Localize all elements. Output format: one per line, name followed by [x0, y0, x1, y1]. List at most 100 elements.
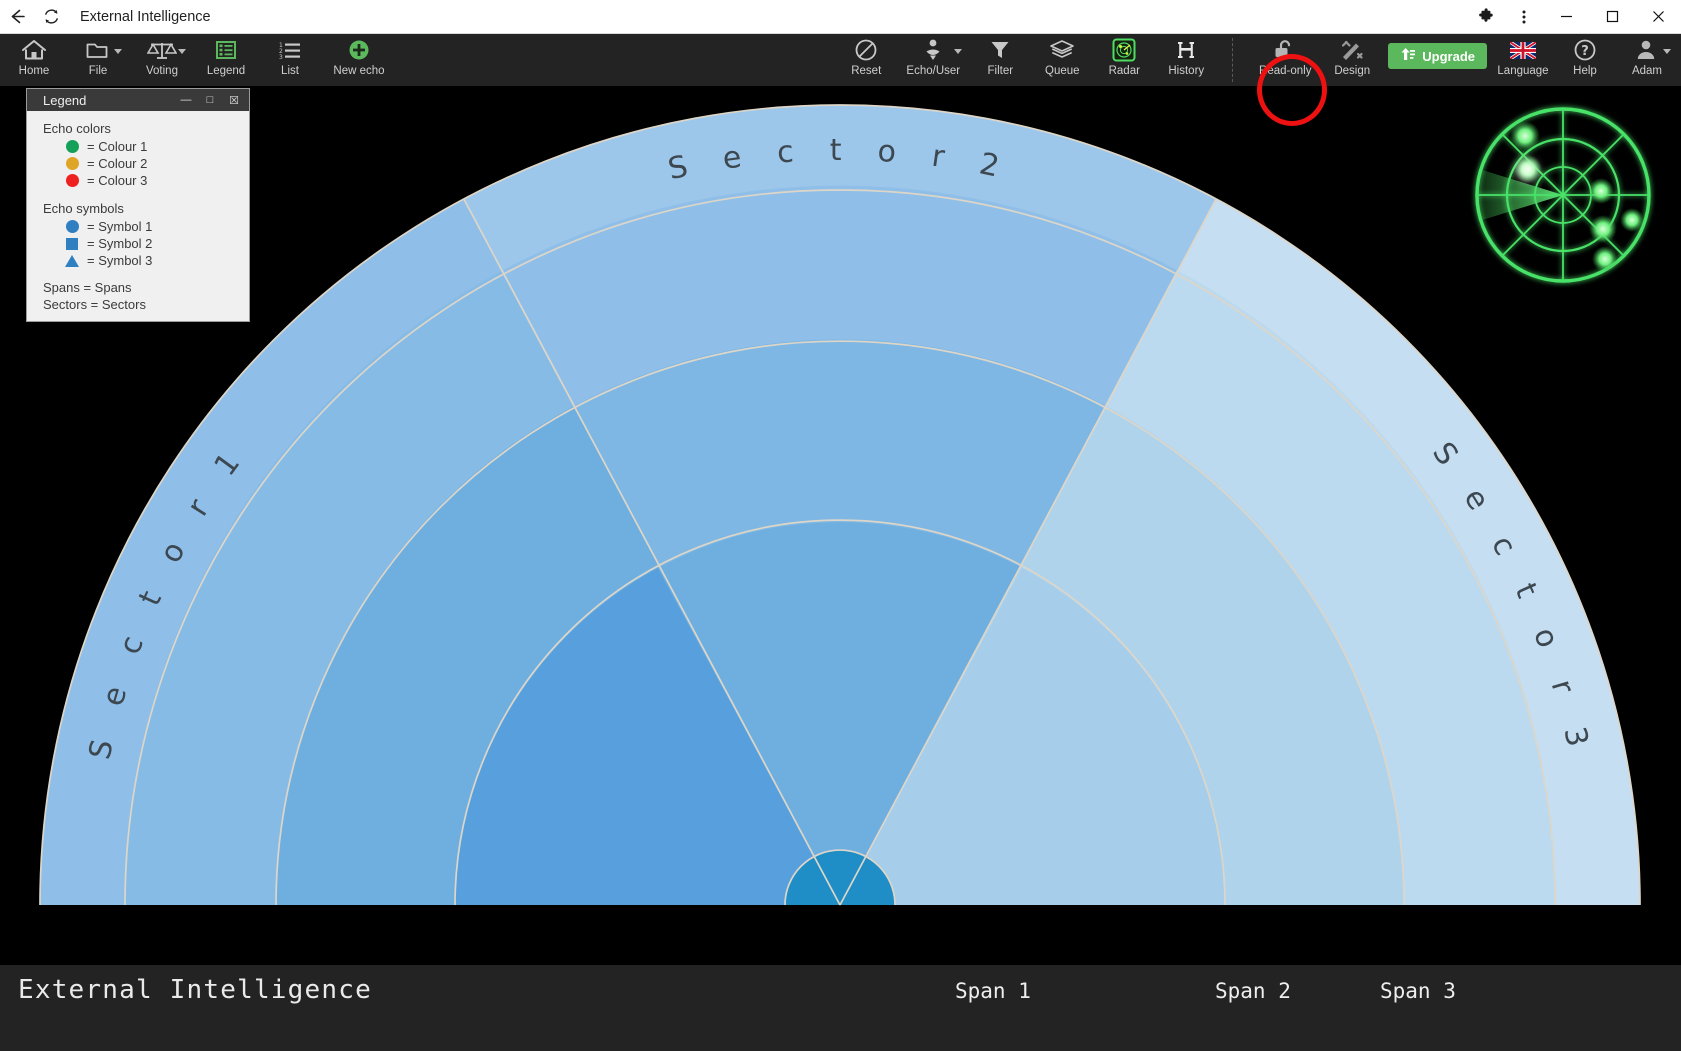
toolbar-button-help[interactable]: ? Help	[1559, 34, 1611, 77]
chevron-down-icon[interactable]	[178, 49, 186, 54]
status-bar-title: External Intelligence	[18, 975, 372, 1005]
symbol-1-swatch	[65, 220, 79, 233]
home-icon	[21, 38, 47, 62]
colour-1-swatch	[65, 140, 79, 153]
legend-sectors-line: Sectors = Sectors	[43, 297, 146, 312]
legend-maximize-button[interactable]: □	[203, 93, 217, 107]
legend-symbol-row: = Symbol 3	[27, 252, 249, 269]
colour-3-label: = Colour 3	[87, 173, 148, 188]
window-close-button[interactable]	[1635, 0, 1681, 33]
radar-canvas[interactable]: S e c t o r 2 S e c t o r 1 S e c t o r …	[0, 86, 1681, 965]
reload-icon[interactable]	[34, 0, 68, 34]
design-tools-icon	[1339, 38, 1365, 62]
history-h-icon	[1174, 38, 1198, 62]
puzzle-icon[interactable]	[1467, 0, 1505, 34]
back-arrow-icon[interactable]	[0, 0, 34, 34]
radar-sectors	[40, 105, 1640, 906]
symbol-2-label: = Symbol 2	[87, 236, 153, 251]
span-label-3[interactable]: Span 3	[1380, 979, 1456, 1003]
window-minimize-button[interactable]	[1543, 0, 1589, 33]
toolbar-label-list: List	[281, 65, 299, 77]
colour-2-label: = Colour 2	[87, 156, 148, 171]
no-entry-icon	[854, 38, 878, 62]
toolbar-button-language[interactable]: Language	[1497, 34, 1549, 77]
legend-window[interactable]: Legend — □ ☒ Echo colors = Colour 1 = Co…	[26, 88, 250, 322]
toolbar-label-radar: Radar	[1108, 65, 1140, 77]
colour-2-swatch	[65, 157, 79, 170]
chevron-down-icon[interactable]	[1663, 49, 1671, 54]
toolbar-button-history[interactable]: History	[1160, 34, 1212, 77]
toolbar-button-filter[interactable]: Filter	[974, 34, 1026, 77]
radar-chart[interactable]: S e c t o r 2 S e c t o r 1 S e c t o r …	[0, 86, 1681, 965]
toolbar-label-echo-user: Echo/User	[906, 65, 961, 77]
colour-3-swatch	[65, 174, 79, 187]
toolbar-button-read-only[interactable]: Read-only	[1254, 34, 1316, 77]
toolbar-button-echo-user[interactable]: Echo/User	[902, 34, 964, 77]
legend-minimize-button[interactable]: —	[179, 93, 193, 107]
toolbar-label-voting: Voting	[146, 65, 178, 77]
toolbar-label-file: File	[88, 65, 108, 77]
toolbar-button-file[interactable]: File	[72, 34, 124, 77]
legend-color-row: = Colour 1	[27, 138, 249, 155]
toolbar-label-reset: Reset	[851, 65, 882, 77]
question-mark-icon: ?	[1573, 38, 1597, 62]
toolbar-label-read-only: Read-only	[1259, 65, 1312, 77]
toolbar-label-account: Adam	[1631, 65, 1663, 77]
user-echo-icon	[921, 38, 945, 62]
legend-spans-line: Spans = Spans	[43, 280, 132, 295]
toolbar-label-queue: Queue	[1045, 65, 1080, 77]
status-bar: External Intelligence Span 1 Span 2 Span…	[0, 965, 1681, 1051]
legend-symbols-heading: Echo symbols	[43, 201, 124, 216]
layers-icon	[1049, 38, 1075, 62]
toolbar-label-home: Home	[18, 65, 50, 77]
span-label-2[interactable]: Span 2	[1215, 979, 1291, 1003]
symbol-3-label: = Symbol 3	[87, 253, 153, 268]
user-avatar-icon	[1635, 38, 1659, 62]
toolbar-button-reset[interactable]: Reset	[840, 34, 892, 77]
toolbar-button-account[interactable]: Adam	[1621, 34, 1673, 77]
toolbar-button-new-echo[interactable]: New echo	[328, 34, 390, 77]
plus-circle-icon	[348, 38, 370, 62]
toolbar-divider	[1232, 38, 1234, 82]
toolbar-button-voting[interactable]: Voting	[136, 34, 188, 77]
upgrade-button[interactable]: Upgrade	[1388, 43, 1487, 69]
radar-icon	[1112, 38, 1136, 62]
toolbar-button-queue[interactable]: Queue	[1036, 34, 1088, 77]
browser-title-bar: External Intelligence	[0, 0, 1681, 34]
radar-minimap[interactable]	[1463, 100, 1663, 290]
toolbar-button-legend[interactable]: Legend	[200, 34, 252, 77]
colour-1-label: = Colour 1	[87, 139, 148, 154]
app-root: External Intelligence Home File Voting L…	[0, 0, 1681, 1051]
toolbar-label-filter: Filter	[987, 65, 1014, 77]
legend-color-row: = Colour 3	[27, 172, 249, 189]
chevron-down-icon[interactable]	[954, 49, 963, 54]
legend-symbol-row: = Symbol 1	[27, 218, 249, 235]
toolbar-button-list[interactable]: 1 2 3 List	[264, 34, 316, 77]
legend-icon	[215, 38, 237, 62]
scales-icon	[147, 38, 177, 62]
svg-text:3: 3	[279, 54, 283, 61]
funnel-icon	[988, 38, 1012, 62]
symbol-1-label: = Symbol 1	[87, 219, 153, 234]
uk-flag-icon	[1510, 38, 1536, 62]
toolbar-label-history: History	[1168, 65, 1205, 77]
toolbar-label-language: Language	[1497, 65, 1549, 77]
folder-icon	[85, 38, 111, 62]
chevron-down-icon[interactable]	[114, 49, 122, 54]
toolbar-label-design: Design	[1334, 65, 1371, 77]
toolbar-button-radar[interactable]: Radar	[1098, 34, 1150, 77]
span-label-1[interactable]: Span 1	[955, 979, 1031, 1003]
legend-window-titlebar[interactable]: Legend — □ ☒	[27, 89, 249, 111]
open-padlock-icon	[1273, 38, 1297, 62]
toolbar-button-home[interactable]: Home	[8, 34, 60, 77]
window-maximize-button[interactable]	[1589, 0, 1635, 33]
toolbar-button-design[interactable]: Design	[1326, 34, 1378, 77]
svg-text:?: ?	[1581, 44, 1589, 59]
legend-colors-heading: Echo colors	[43, 121, 111, 136]
kebab-menu-icon[interactable]	[1505, 0, 1543, 34]
numbered-list-icon: 1 2 3	[278, 38, 302, 62]
symbol-3-swatch	[65, 254, 79, 267]
toolbar-label-new-echo: New echo	[333, 65, 385, 77]
legend-close-button[interactable]: ☒	[227, 93, 241, 107]
browser-tab-title: External Intelligence	[80, 8, 211, 25]
